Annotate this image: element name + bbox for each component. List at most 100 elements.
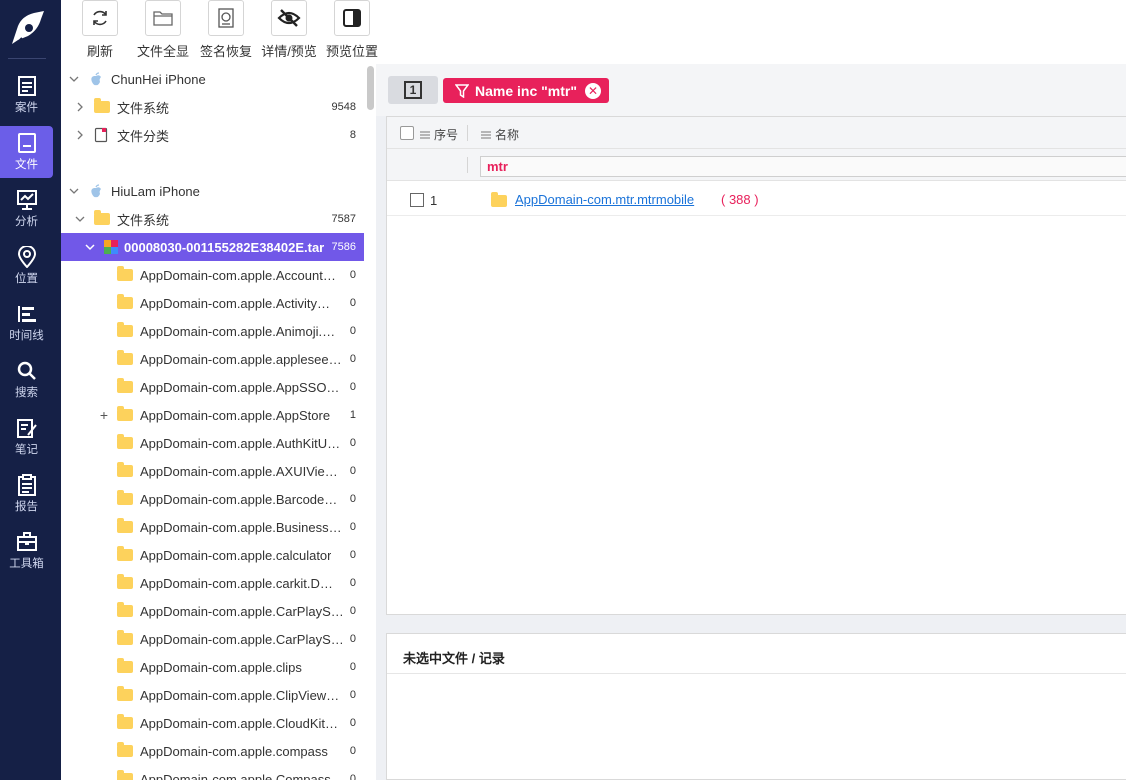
signature-restore-button[interactable]: 签名恢复 — [195, 0, 257, 60]
folder-icon — [117, 518, 133, 533]
node-label: AppDomain-com.apple.Compass… — [140, 771, 344, 780]
node-count: 0 — [349, 297, 356, 309]
expand-plus-icon[interactable]: + — [61, 407, 117, 423]
filter-icon — [455, 83, 469, 98]
node-label: AppDomain-com.apple.CarPlayS… — [140, 631, 344, 647]
rail-item-file[interactable]: 文件 — [0, 126, 53, 178]
folder-icon — [117, 686, 133, 701]
refresh-button[interactable]: 刷新 — [69, 0, 131, 60]
column-header-name[interactable]: 名称 — [481, 126, 519, 143]
node-label: AppDomain-com.apple.AppSSO… — [140, 379, 340, 395]
column-separator — [467, 157, 468, 173]
tree-item[interactable]: AppDomain-com.apple.Business… 0 — [61, 513, 364, 541]
tree-item[interactable]: + AppDomain-com.apple.AppStore 1 — [61, 401, 364, 429]
rail-item-search[interactable]: 搜索 — [0, 354, 53, 406]
filter-count-button[interactable]: 1 — [388, 76, 438, 104]
filter-chip[interactable]: Name inc "mtr" ✕ — [443, 78, 609, 103]
node-count: 0 — [349, 549, 356, 561]
tree-item[interactable]: AppDomain-com.apple.clips 0 — [61, 653, 364, 681]
show-all-files-button[interactable]: 文件全显 — [132, 0, 194, 60]
detail-panel: 未选中文件 / 记录 — [386, 633, 1126, 780]
tree-device-node[interactable]: HiuLam iPhone — [61, 177, 364, 205]
tree-device-node[interactable]: ChunHei iPhone — [61, 65, 364, 93]
folder-icon — [117, 322, 133, 337]
tree-item[interactable]: AppDomain-com.apple.carkit.D… 0 — [61, 569, 364, 597]
tree-item[interactable]: AppDomain-com.apple.Activity… 0 — [61, 289, 364, 317]
filter-bar: 1 Name inc "mtr" ✕ — [376, 64, 1126, 116]
node-label: 文件系统 — [117, 212, 170, 228]
rail-item-location[interactable]: 位置 — [0, 240, 53, 292]
toolbar: 刷新 文件全显 签名恢复 详情/预览 预览位置 — [61, 0, 1126, 64]
node-label: AppDomain-com.apple.Account… — [140, 267, 336, 283]
rail-item-label: 工具箱 — [9, 558, 44, 570]
row-name-link[interactable]: AppDomain-com.mtr.mtrmobile — [515, 192, 694, 207]
tree-item[interactable]: AppDomain-com.apple.Barcode… 0 — [61, 485, 364, 513]
tree-item[interactable]: AppDomain-com.apple.AppSSO… 0 — [61, 373, 364, 401]
rail-item-analysis[interactable]: 分析 — [0, 183, 53, 235]
node-count: 0 — [349, 661, 356, 673]
rail-item-timeline[interactable]: 时间线 — [0, 297, 53, 349]
menu-lines-icon — [481, 131, 491, 138]
node-label: AppDomain-com.apple.Activity… — [140, 295, 331, 311]
tree-item[interactable]: AppDomain-com.apple.compass 0 — [61, 737, 364, 765]
case-icon — [17, 76, 36, 96]
node-label: AppDomain-com.apple.Barcode… — [140, 491, 338, 507]
folder-icon — [491, 192, 507, 207]
rail-item-label: 案件 — [15, 102, 38, 114]
rail-item-label: 报告 — [15, 501, 38, 513]
preview-position-button[interactable]: 预览位置 — [321, 0, 383, 60]
tree-scrollbar[interactable] — [367, 66, 374, 110]
document-category-icon — [94, 127, 108, 143]
apple-icon — [91, 71, 101, 85]
node-count: 9548 — [331, 101, 356, 113]
rail-item-case[interactable]: 案件 — [0, 69, 53, 121]
column-separator[interactable] — [467, 125, 468, 141]
tree-item[interactable]: AppDomain-com.apple.calculator 0 — [61, 541, 364, 569]
rail-item-toolbox[interactable]: 工具箱 — [0, 525, 53, 577]
node-count: 0 — [349, 717, 356, 729]
tree-item[interactable]: AppDomain-com.apple.Animoji.… 0 — [61, 317, 364, 345]
tree-item[interactable]: AppDomain-com.apple.Compass… 0 — [61, 765, 364, 780]
table-row[interactable]: 1 AppDomain-com.mtr.mtrmobile ( 388 ) — [387, 184, 1126, 216]
tree-node-filesystem[interactable]: 文件系统 9548 — [61, 93, 364, 121]
tree-item[interactable]: AppDomain-com.apple.CarPlayS… 0 — [61, 597, 364, 625]
row-count[interactable]: ( 388 ) — [721, 192, 759, 207]
tree-item[interactable]: AppDomain-com.apple.AuthKitU… 0 — [61, 429, 364, 457]
tree-node-tar-selected[interactable]: 00008030-001155282E38402E.tar 7586 — [61, 233, 364, 261]
node-count: 0 — [349, 745, 356, 757]
select-all-checkbox[interactable] — [400, 126, 414, 140]
tree-item[interactable]: AppDomain-com.apple.AXUIVie… 0 — [61, 457, 364, 485]
main-panel: 1 Name inc "mtr" ✕ 序号 名称 mtr 1 AppDomain… — [376, 64, 1126, 780]
node-count: 0 — [349, 269, 356, 281]
file-icon — [17, 133, 36, 153]
folder-icon — [94, 210, 110, 225]
node-label: AppDomain-com.apple.CarPlayS… — [140, 603, 344, 619]
tree-item[interactable]: AppDomain-com.apple.applesee… 0 — [61, 345, 364, 373]
rail-item-notes[interactable]: 笔记 — [0, 411, 53, 463]
column-filter-row: mtr — [387, 149, 1126, 181]
column-header-label: 名称 — [495, 128, 520, 142]
folder-icon — [117, 546, 133, 561]
node-count: 0 — [349, 353, 356, 365]
tree-node-filesystem[interactable]: 文件系统 7587 — [61, 205, 364, 233]
file-tree[interactable]: ChunHei iPhone 文件系统 9548 文件分类 8 HiuLam i… — [61, 64, 376, 780]
preview-position-label: 预览位置 — [325, 44, 378, 59]
rail-item-report[interactable]: 报告 — [0, 468, 53, 520]
node-label: AppDomain-com.apple.CloudKit… — [140, 715, 338, 731]
tree-item[interactable]: AppDomain-com.apple.CarPlayS… 0 — [61, 625, 364, 653]
node-count: 0 — [349, 577, 356, 589]
row-checkbox[interactable] — [410, 193, 424, 207]
node-label: AppDomain-com.apple.AppStore — [140, 407, 331, 423]
column-header-index[interactable]: 序号 — [420, 126, 458, 143]
rail-item-label: 搜索 — [15, 387, 38, 399]
tree-node-category[interactable]: 文件分类 8 — [61, 121, 364, 149]
folder-icon — [117, 630, 133, 645]
tree-item[interactable]: AppDomain-com.apple.CloudKit… 0 — [61, 709, 364, 737]
name-filter-input[interactable]: mtr — [480, 156, 1126, 177]
node-count: 0 — [349, 521, 356, 533]
detail-preview-button[interactable]: 详情/预览 — [258, 0, 320, 60]
tree-item[interactable]: AppDomain-com.apple.Account… 0 — [61, 261, 364, 289]
close-icon[interactable]: ✕ — [584, 82, 601, 99]
node-label: AppDomain-com.apple.ClipView… — [140, 687, 340, 703]
tree-item[interactable]: AppDomain-com.apple.ClipView… 0 — [61, 681, 364, 709]
